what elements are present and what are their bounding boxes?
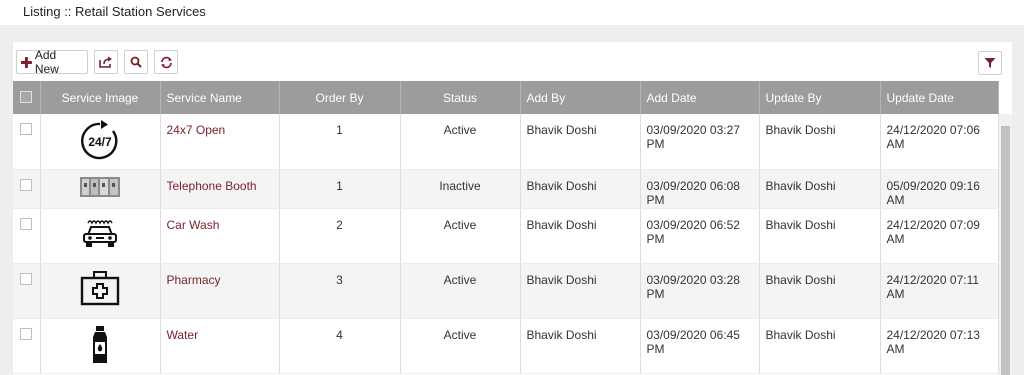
search-icon bbox=[130, 56, 142, 68]
filter-icon bbox=[984, 58, 996, 68]
table-row[interactable]: Water 4 Active Bhavik Doshi 03/09/2020 0… bbox=[13, 318, 999, 374]
add-date: 03/09/2020 03:27 PM bbox=[640, 114, 760, 170]
order-by: 4 bbox=[279, 318, 401, 374]
add-new-label: Add New bbox=[34, 48, 59, 76]
row-select-cell bbox=[13, 169, 41, 209]
table-row[interactable]: Pharmacy 3 Active Bhavik Doshi 03/09/202… bbox=[13, 263, 999, 319]
row-checkbox[interactable] bbox=[20, 178, 33, 191]
service-image-cell: 24/7 bbox=[40, 114, 161, 170]
update-by: Bhavik Doshi bbox=[759, 114, 881, 170]
add-date: 03/09/2020 06:45 PM bbox=[640, 318, 760, 374]
update-by: Bhavik Doshi bbox=[759, 169, 881, 209]
plus-icon bbox=[21, 56, 32, 68]
update-date: 24/12/2020 07:06 AM bbox=[880, 114, 999, 170]
column-header[interactable]: Add Date bbox=[640, 81, 760, 114]
row-select-cell bbox=[13, 208, 41, 264]
row-checkbox[interactable] bbox=[20, 272, 33, 285]
table-row[interactable]: 24/7 24x7 Open 1 Active Bhavik Doshi 03/… bbox=[13, 114, 999, 170]
select-all-checkbox[interactable] bbox=[20, 91, 33, 103]
add-by: Bhavik Doshi bbox=[520, 318, 641, 374]
update-date: 24/12/2020 07:13 AM bbox=[880, 318, 999, 374]
water-bottle-icon bbox=[93, 325, 107, 363]
column-header[interactable]: Order By bbox=[279, 81, 401, 114]
add-date: 03/09/2020 06:52 PM bbox=[640, 208, 760, 264]
24x7-icon: 24/7 bbox=[81, 120, 118, 160]
add-new-button[interactable]: Add New bbox=[16, 48, 88, 76]
row-select-cell bbox=[13, 263, 41, 319]
select-all-header bbox=[13, 81, 41, 114]
row-select-cell bbox=[13, 114, 41, 170]
order-by: 2 bbox=[279, 208, 401, 264]
column-header[interactable]: Add By bbox=[520, 81, 641, 114]
car-wash-icon bbox=[83, 219, 117, 247]
add-by: Bhavik Doshi bbox=[520, 263, 641, 319]
service-image-cell bbox=[40, 208, 161, 264]
service-name[interactable]: 24x7 Open bbox=[160, 114, 280, 170]
update-date: 24/12/2020 07:11 AM bbox=[880, 263, 999, 319]
add-by: Bhavik Doshi bbox=[520, 169, 641, 209]
page-header: Listing :: Retail Station Services bbox=[0, 0, 1024, 25]
listing-panel: Add New Service Image Service Name Order… bbox=[13, 42, 1012, 375]
svg-text:24/7: 24/7 bbox=[88, 135, 112, 149]
update-date: 24/12/2020 07:09 AM bbox=[880, 208, 999, 264]
update-by: Bhavik Doshi bbox=[759, 318, 881, 374]
status: Active bbox=[400, 114, 521, 170]
order-by: 1 bbox=[279, 169, 401, 209]
table-row[interactable]: Telephone Booth 1 Inactive Bhavik Doshi … bbox=[13, 169, 999, 209]
status: Active bbox=[400, 208, 521, 264]
column-header[interactable]: Status bbox=[400, 81, 521, 114]
vertical-scrollbar[interactable] bbox=[999, 114, 1012, 375]
add-date: 03/09/2020 03:28 PM bbox=[640, 263, 760, 319]
update-by: Bhavik Doshi bbox=[759, 263, 881, 319]
export-button[interactable] bbox=[94, 50, 118, 74]
telephone-booth-image bbox=[80, 176, 120, 197]
filter-button[interactable] bbox=[978, 51, 1002, 75]
status: Active bbox=[400, 263, 521, 319]
service-image-cell bbox=[40, 169, 161, 209]
service-name[interactable]: Water bbox=[160, 318, 280, 374]
add-date: 03/09/2020 06:08 PM bbox=[640, 169, 760, 209]
table-row[interactable]: Car Wash 2 Active Bhavik Doshi 03/09/202… bbox=[13, 208, 999, 264]
scrollbar-thumb[interactable] bbox=[1001, 126, 1010, 375]
services-table: Service Image Service Name Order By Stat… bbox=[13, 81, 999, 374]
export-icon bbox=[99, 56, 112, 68]
row-select-cell bbox=[13, 318, 41, 374]
row-checkbox[interactable] bbox=[20, 327, 33, 340]
order-by: 1 bbox=[279, 114, 401, 170]
first-aid-kit-icon bbox=[80, 270, 120, 305]
column-header[interactable]: Update Date bbox=[880, 81, 999, 114]
refresh-button[interactable] bbox=[154, 50, 178, 74]
add-by: Bhavik Doshi bbox=[520, 114, 641, 170]
refresh-icon bbox=[160, 56, 172, 68]
service-name[interactable]: Pharmacy bbox=[160, 263, 280, 319]
row-checkbox[interactable] bbox=[20, 217, 33, 230]
toolbar: Add New bbox=[16, 48, 178, 76]
service-image-cell bbox=[40, 263, 161, 319]
update-date: 05/09/2020 09:16 AM bbox=[880, 169, 999, 209]
column-header[interactable]: Service Image bbox=[40, 81, 161, 114]
page-title: Listing :: Retail Station Services bbox=[23, 4, 206, 19]
row-checkbox[interactable] bbox=[20, 123, 33, 135]
status: Active bbox=[400, 318, 521, 374]
search-button[interactable] bbox=[124, 50, 148, 74]
service-name[interactable]: Telephone Booth bbox=[160, 169, 280, 209]
column-header[interactable]: Update By bbox=[759, 81, 881, 114]
order-by: 3 bbox=[279, 263, 401, 319]
column-header[interactable]: Service Name bbox=[160, 81, 280, 114]
service-image-cell bbox=[40, 318, 161, 374]
status: Inactive bbox=[400, 169, 521, 209]
add-by: Bhavik Doshi bbox=[520, 208, 641, 264]
table-header-row: Service Image Service Name Order By Stat… bbox=[13, 81, 999, 114]
service-name[interactable]: Car Wash bbox=[160, 208, 280, 264]
update-by: Bhavik Doshi bbox=[759, 208, 881, 264]
